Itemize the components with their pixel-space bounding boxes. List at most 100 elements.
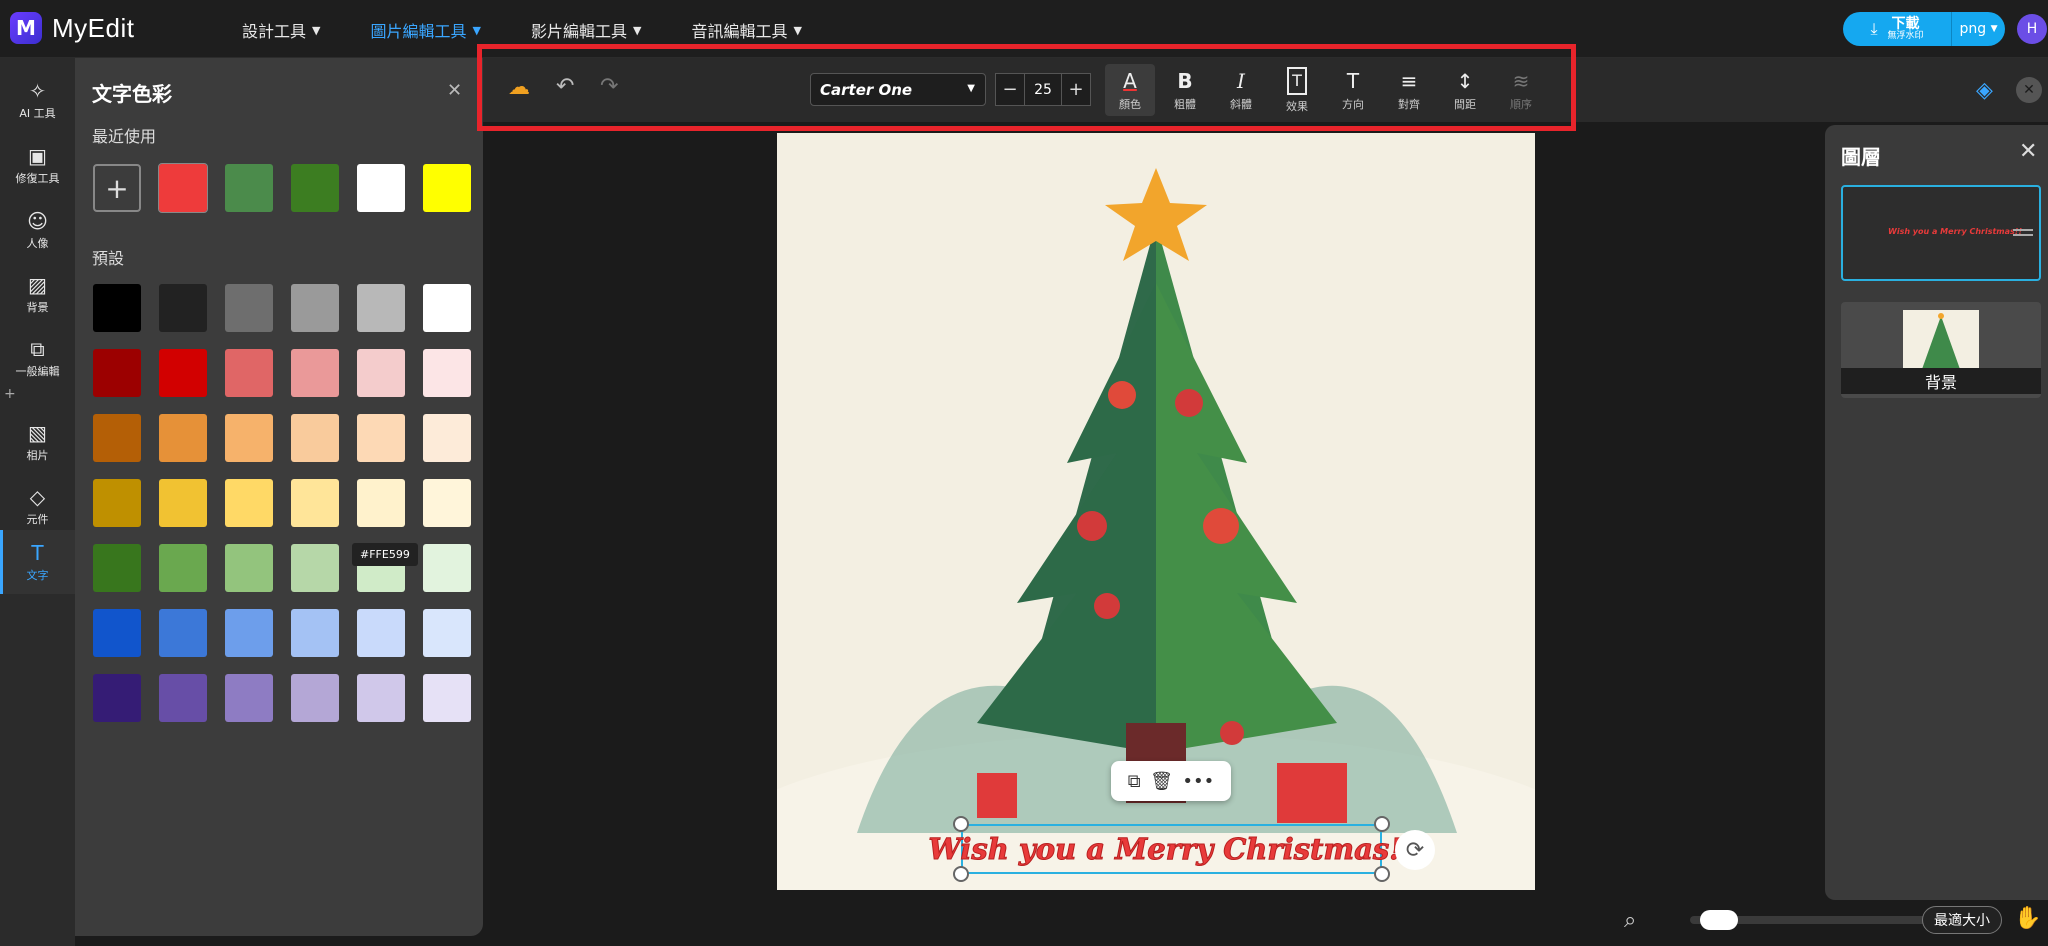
layer-item-background[interactable]: 背景 [1841,302,2041,398]
duplicate-icon[interactable]: ⧉ [1128,771,1141,792]
preset-color-swatch[interactable] [225,674,273,722]
nav-label: 音訊編輯工具 [691,22,788,41]
fit-to-screen-button[interactable]: 最適大小 [1922,906,2002,934]
rail-elements[interactable]: ◇ 元件 [0,474,75,538]
preset-color-swatch[interactable] [423,414,471,462]
preset-color-swatch[interactable] [291,349,339,397]
resize-handle-se[interactable] [1374,866,1390,882]
selection-toolbar: ⧉ 🗑 ••• [1111,761,1231,801]
preset-color-swatch[interactable] [93,674,141,722]
preset-color-swatch[interactable] [291,609,339,657]
preset-color-swatch[interactable] [159,414,207,462]
preset-color-swatch[interactable] [357,414,405,462]
rail-repair-tools[interactable]: ▣ 修復工具 [0,133,75,197]
resize-handle-ne[interactable] [1374,816,1390,832]
selected-text-layer[interactable]: Wish you a Merry Christmas!! [928,824,1415,874]
preset-color-swatch[interactable] [357,674,405,722]
preset-color-swatch[interactable] [291,674,339,722]
layers-title: 圖層 [1841,145,1881,169]
layers-panel: 圖層 ✕ Wish you a Merry Christmas!! 背景 [1825,125,2048,900]
rail-text[interactable]: T 文字 [0,530,75,594]
close-icon[interactable]: ✕ [447,80,462,101]
preset-color-swatch[interactable] [423,674,471,722]
recent-color-swatch[interactable] [158,163,208,213]
preset-color-swatch[interactable] [225,349,273,397]
canvas-text[interactable]: Wish you a Merry Christmas!! [928,832,1415,867]
recent-color-swatch[interactable] [225,164,273,212]
more-icon[interactable]: ••• [1182,771,1214,792]
preset-color-swatch[interactable] [225,609,273,657]
rail-label: 背景 [26,300,49,314]
search-icon[interactable]: ⌕ [1624,908,1636,933]
zoom-slider-thumb[interactable] [1700,910,1738,930]
preset-color-swatch[interactable] [291,284,339,332]
nav-design-tools[interactable]: 設計工具 ▼ [242,18,320,42]
preset-color-swatch[interactable] [357,479,405,527]
close-icon[interactable]: ✕ [2019,139,2037,164]
trash-icon[interactable]: 🗑 [1150,771,1173,792]
drag-handle-icon[interactable] [2013,229,2033,231]
close-icon[interactable]: ✕ [2016,77,2042,103]
download-button[interactable]: ⤓ 下載 無浮水印 [1843,12,1951,46]
rail-general-edit[interactable]: ⧉ 一般編輯 [0,326,75,390]
preset-color-swatch[interactable] [225,414,273,462]
chevron-down-icon: ▼ [793,23,802,37]
text-color-panel: 文字色彩 ✕ 最近使用 + 預設 #FFE599 [75,58,483,936]
preset-color-swatch[interactable] [93,544,141,592]
plus-icon[interactable]: + [4,386,16,402]
preset-color-swatch[interactable] [225,284,273,332]
preset-color-swatch[interactable] [357,349,405,397]
preset-color-swatch[interactable] [159,284,207,332]
preset-color-swatch[interactable] [291,544,339,592]
nav-image-tools[interactable]: 圖片編輯工具 ▼ [370,18,480,42]
rail-photo[interactable]: ▧ 相片 [0,410,75,474]
preset-color-swatch[interactable] [423,544,471,592]
preset-color-swatch[interactable] [159,479,207,527]
download-icon: ⤓ [1870,19,1878,38]
preset-color-swatch[interactable] [291,414,339,462]
preset-color-swatch[interactable] [93,414,141,462]
preset-color-swatch[interactable] [225,544,273,592]
avatar[interactable]: H [2017,14,2047,44]
preset-color-swatch[interactable] [93,609,141,657]
portrait-icon: ☺ [27,208,48,233]
rail-background[interactable]: ▨ 背景 [0,262,75,326]
text-icon: T [31,540,44,565]
preset-color-swatch[interactable] [225,479,273,527]
nav-video-tools[interactable]: 影片編輯工具 ▼ [531,18,641,42]
preset-color-swatch[interactable] [423,349,471,397]
add-color-button[interactable]: + [93,164,141,212]
shapes-icon: ◇ [29,484,46,509]
preset-color-swatch[interactable] [159,544,207,592]
preset-color-swatch[interactable] [291,479,339,527]
hand-icon[interactable]: ✋ [2014,906,2041,931]
preset-color-swatch[interactable] [159,674,207,722]
preset-color-swatch[interactable] [423,609,471,657]
chevron-down-icon: ▼ [472,23,481,37]
preset-color-swatch[interactable] [159,609,207,657]
rotate-icon[interactable]: ⟳ [1395,830,1435,870]
nav-label: 圖片編輯工具 [370,22,467,41]
logo[interactable]: M MyEdit [10,12,134,44]
resize-handle-nw[interactable] [953,816,969,832]
format-dropdown[interactable]: png ▼ [1951,12,2005,46]
app-name: MyEdit [52,12,135,43]
download-group: ⤓ 下載 無浮水印 png ▼ [1843,12,2005,46]
recent-color-swatch[interactable] [357,164,405,212]
resize-handle-sw[interactable] [953,866,969,882]
preset-color-swatch[interactable] [423,284,471,332]
preset-color-swatch[interactable] [93,349,141,397]
nav-audio-tools[interactable]: 音訊編輯工具 ▼ [691,18,801,42]
preset-color-swatch[interactable] [423,479,471,527]
preset-color-swatch[interactable] [159,349,207,397]
preset-color-swatch[interactable] [93,479,141,527]
layers-icon[interactable]: ◈ [1976,78,1993,103]
recent-color-swatch[interactable] [291,164,339,212]
rail-ai-tools[interactable]: ✧ AI 工具 [0,68,75,132]
preset-color-swatch[interactable] [93,284,141,332]
recent-color-swatch[interactable] [423,164,471,212]
preset-color-swatch[interactable] [357,609,405,657]
preset-color-swatch[interactable] [357,284,405,332]
layer-item-text[interactable]: Wish you a Merry Christmas!! [1841,185,2041,281]
rail-portrait[interactable]: ☺ 人像 [0,198,75,262]
